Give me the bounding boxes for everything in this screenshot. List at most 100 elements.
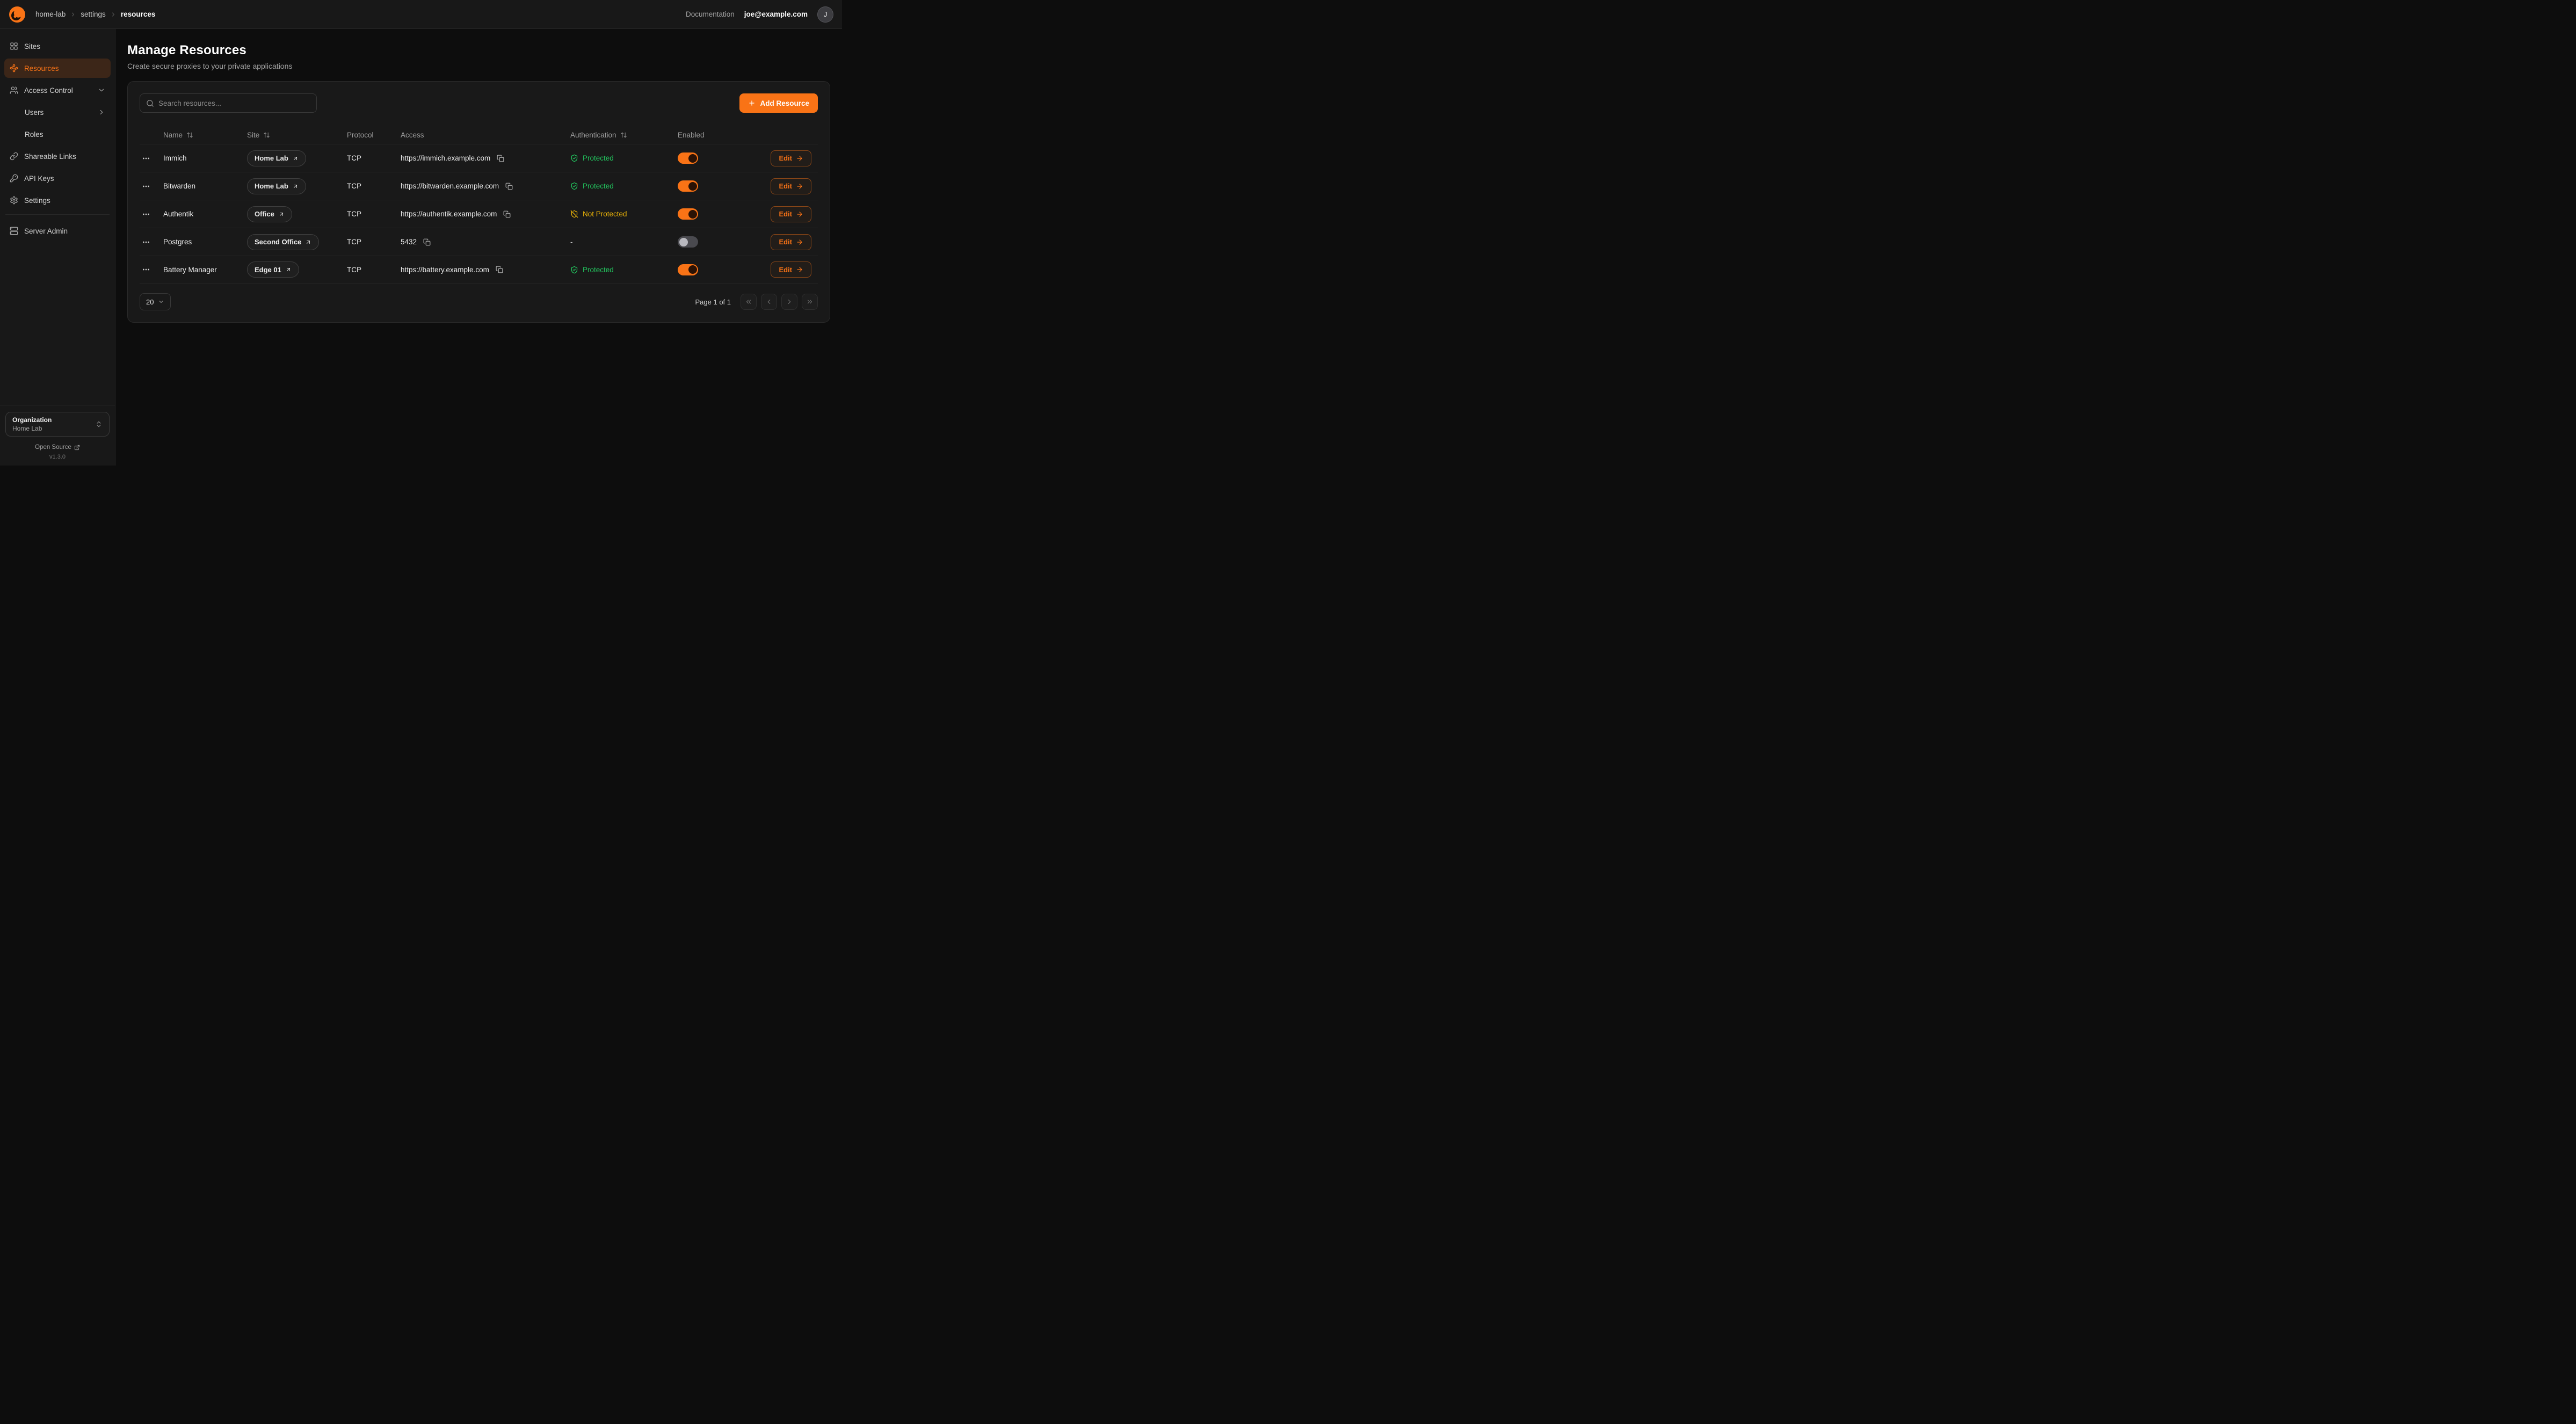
breadcrumb-settings[interactable]: settings	[81, 10, 106, 18]
table-row: Bitwarden Home Lab TCP https://bitwarden…	[140, 172, 818, 200]
sidebar-footer: Organization Home Lab Open Source v1.3.0	[0, 405, 115, 466]
sort-name-header[interactable]: Name	[163, 131, 247, 139]
resource-name: Battery Manager	[163, 266, 247, 274]
toggle-knob	[679, 238, 688, 246]
sidebar-item-resources[interactable]: Resources	[4, 59, 111, 78]
copy-icon[interactable]	[495, 153, 506, 164]
sidebar-item-sites[interactable]: Sites	[4, 37, 111, 56]
first-page-button[interactable]	[741, 294, 757, 310]
access-url: https://bitwarden.example.com	[401, 182, 499, 190]
copy-icon[interactable]	[504, 181, 514, 192]
sidebar-item-label: Users	[25, 108, 43, 117]
access-url: https://battery.example.com	[401, 266, 489, 274]
chevron-right-icon	[70, 11, 76, 18]
protocol-value: TCP	[347, 266, 401, 274]
sidebar-item-label: Settings	[24, 197, 50, 205]
prev-page-button[interactable]	[761, 294, 777, 310]
arrow-right-icon	[796, 266, 803, 273]
open-source-label: Open Source	[35, 444, 71, 451]
sidebar-item-label: Resources	[24, 64, 59, 72]
row-menu-button[interactable]	[140, 236, 153, 249]
edit-label: Edit	[779, 210, 792, 218]
user-email[interactable]: joe@example.com	[744, 10, 808, 18]
organization-selector[interactable]: Organization Home Lab	[5, 412, 110, 437]
resource-name: Immich	[163, 154, 247, 162]
auth-status-text: Protected	[583, 182, 614, 190]
arrow-up-right-icon	[292, 183, 299, 190]
enabled-toggle[interactable]	[678, 208, 698, 220]
users-icon	[10, 86, 18, 95]
shield-check-icon	[570, 154, 578, 162]
row-menu-button[interactable]	[140, 208, 153, 221]
sort-site-header[interactable]: Site	[247, 131, 347, 139]
sidebar-item-label: API Keys	[24, 175, 54, 183]
auth-status-badge: Protected	[570, 266, 614, 274]
sidebar-item-roles[interactable]: Roles	[4, 125, 111, 144]
copy-icon[interactable]	[502, 209, 512, 220]
site-name: Home Lab	[255, 182, 288, 190]
sidebar-item-users[interactable]: Users	[4, 103, 111, 122]
avatar[interactable]: J	[817, 6, 833, 23]
enabled-toggle[interactable]	[678, 264, 698, 275]
edit-button[interactable]: Edit	[771, 150, 811, 166]
row-menu-button[interactable]	[140, 180, 153, 193]
edit-button[interactable]: Edit	[771, 178, 811, 194]
documentation-link[interactable]: Documentation	[686, 10, 735, 18]
site-link-button[interactable]: Edge 01	[247, 261, 299, 278]
page-size-value: 20	[146, 298, 154, 306]
table-row: Authentik Office TCP https://authentik.e…	[140, 200, 818, 228]
header-label: Site	[247, 131, 259, 139]
sidebar-item-access-control[interactable]: Access Control	[4, 81, 111, 100]
organization-title: Organization	[12, 416, 52, 424]
copy-icon[interactable]	[422, 237, 432, 248]
enabled-toggle[interactable]	[678, 152, 698, 164]
row-menu-button[interactable]	[140, 152, 153, 165]
gear-icon	[10, 196, 18, 205]
next-page-button[interactable]	[781, 294, 797, 310]
sidebar-item-server-admin[interactable]: Server Admin	[4, 221, 111, 241]
sidebar-item-label: Sites	[24, 42, 40, 50]
sidebar-item-api-keys[interactable]: API Keys	[4, 169, 111, 188]
chevron-left-icon	[765, 298, 773, 306]
open-source-link[interactable]: Open Source	[5, 444, 110, 451]
plus-icon	[748, 99, 756, 107]
waypoints-icon	[10, 64, 18, 72]
search-input[interactable]	[158, 99, 310, 107]
arrow-right-icon	[796, 238, 803, 246]
sidebar: Sites Resources Access Control Users Rol…	[0, 29, 115, 466]
app-logo-icon[interactable]	[9, 6, 26, 23]
site-link-button[interactable]: Home Lab	[247, 150, 306, 166]
page-size-select[interactable]: 20	[140, 293, 171, 310]
row-menu-button[interactable]	[140, 263, 153, 276]
breadcrumb-org[interactable]: home-lab	[35, 10, 66, 18]
sidebar-item-shareable-links[interactable]: Shareable Links	[4, 147, 111, 166]
page-subtitle: Create secure proxies to your private ap…	[127, 62, 830, 70]
edit-button[interactable]: Edit	[771, 234, 811, 250]
chevrons-right-icon	[806, 298, 814, 306]
site-link-button[interactable]: Second Office	[247, 234, 319, 250]
add-resource-button[interactable]: Add Resource	[739, 93, 818, 113]
protocol-value: TCP	[347, 182, 401, 190]
grid-icon	[10, 42, 18, 50]
sidebar-item-label: Shareable Links	[24, 152, 76, 161]
access-url: https://immich.example.com	[401, 154, 490, 162]
site-link-button[interactable]: Office	[247, 206, 292, 222]
sort-authentication-header[interactable]: Authentication	[570, 131, 678, 139]
edit-button[interactable]: Edit	[771, 261, 811, 278]
enabled-toggle[interactable]	[678, 236, 698, 248]
topbar-right: Documentation joe@example.com J	[686, 6, 833, 23]
app-version: v1.3.0	[5, 454, 110, 460]
enabled-toggle[interactable]	[678, 180, 698, 192]
enabled-header: Enabled	[678, 131, 748, 139]
edit-button[interactable]: Edit	[771, 206, 811, 222]
breadcrumb-resources: resources	[121, 10, 156, 18]
external-link-icon	[74, 445, 80, 451]
copy-icon[interactable]	[494, 264, 505, 275]
sidebar-item-settings[interactable]: Settings	[4, 191, 111, 210]
chevron-right-icon	[110, 11, 117, 18]
last-page-button[interactable]	[802, 294, 818, 310]
shield-off-icon	[570, 210, 578, 218]
edit-label: Edit	[779, 266, 792, 274]
site-link-button[interactable]: Home Lab	[247, 178, 306, 194]
header-label: Enabled	[678, 131, 705, 139]
